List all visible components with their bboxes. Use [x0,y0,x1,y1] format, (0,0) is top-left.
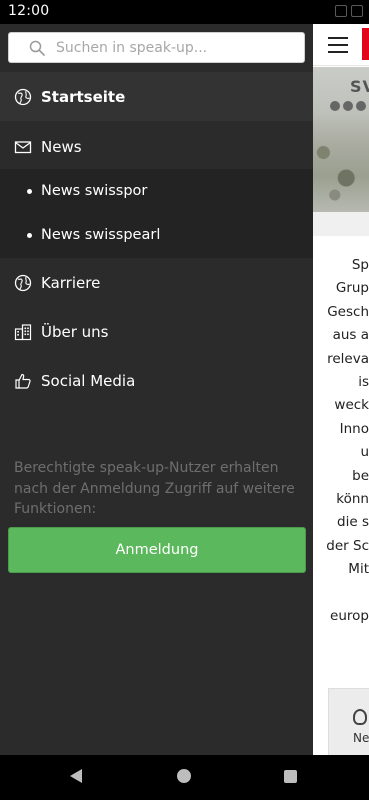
home-icon[interactable] [177,769,191,783]
menu-item-label: Startseite [41,87,126,106]
login-button[interactable]: Anmeldung [8,527,306,573]
recents-icon[interactable] [284,770,297,783]
thumbs-up-icon [15,373,31,389]
menu-item-label: Karriere [41,273,101,292]
submenu-item-news-swisspor[interactable]: News swisspor [0,170,313,214]
status-bar: 12:00 [0,0,369,24]
status-time: 12:00 [8,3,50,19]
navigation-drawer: Suchen in speak-up... Startseite News Ne… [0,24,313,755]
search-placeholder: Suchen in speak-up... [56,40,208,56]
drawer-scrim[interactable] [312,24,369,755]
system-navigation-bar [0,755,369,800]
menu-item-karriere[interactable]: Karriere [0,258,313,307]
submenu-item-label: News swisspearl [41,227,161,243]
menu-item-social-media[interactable]: Social Media [0,356,313,405]
menu-item-news[interactable]: News [0,122,313,171]
menu-item-label: Über uns [41,322,109,341]
envelope-icon [14,140,32,153]
login-note: Berechtigte speak-up-Nutzer erhalten nac… [14,460,295,517]
search-icon [29,40,45,56]
menu-item-ueber-uns[interactable]: Über uns [0,307,313,356]
signal-icon [335,5,347,17]
menu-item-label: Social Media [41,371,136,390]
bullet-icon [27,233,32,238]
menu-item-startseite[interactable]: Startseite [0,72,313,121]
bullet-icon [27,189,32,194]
submenu-item-label: News swisspor [41,183,148,199]
battery-icon [351,5,363,17]
status-icons [335,5,363,17]
login-button-label: Anmeldung [115,542,199,558]
globe-icon [14,88,32,105]
back-icon[interactable] [70,769,82,783]
submenu-item-news-swisspearl[interactable]: News swisspearl [0,214,313,258]
screen: 12:00 SV SpGrupGeschaus arelevaisweckInn… [0,0,369,800]
search-input[interactable]: Suchen in speak-up... [8,32,305,63]
menu-item-label: News [41,137,82,156]
building-icon [14,323,32,340]
globe-icon [14,274,32,291]
